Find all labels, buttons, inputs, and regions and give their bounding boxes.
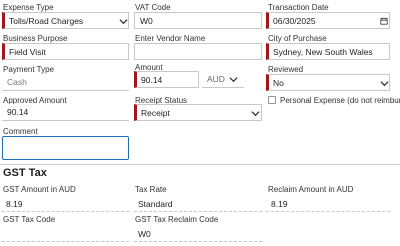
vat-code-value: W0: [140, 15, 153, 26]
chevron-down-icon: [119, 19, 128, 25]
business-purpose-label: Business Purpose: [3, 34, 68, 43]
calendar-icon[interactable]: [380, 17, 388, 25]
reclaim-amount-underline: [266, 211, 390, 212]
expense-type-label: Expense Type: [3, 3, 54, 12]
business-purpose-field[interactable]: Field Visit: [2, 43, 129, 60]
amount-value: 90.14: [141, 74, 163, 85]
receipt-status-value: Receipt: [141, 107, 170, 118]
business-purpose-value: Field Visit: [9, 46, 46, 57]
currency-select[interactable]: AUD: [202, 71, 244, 88]
vendor-name-label: Enter Vendor Name: [135, 34, 206, 43]
expense-type-value: Tolls/Road Charges: [9, 15, 84, 26]
gst-reclaim-code-label: GST Tax Reclaim Code: [135, 215, 219, 224]
city-of-purchase-label: City of Purchase: [268, 34, 327, 43]
reviewed-value: No: [273, 77, 284, 88]
chevron-down-icon: [229, 77, 238, 83]
chevron-down-icon: [380, 81, 389, 87]
transaction-date-field[interactable]: 06/30/2025: [266, 12, 390, 29]
payment-type-label: Payment Type: [3, 65, 54, 74]
transaction-date-label: Transaction Date: [268, 3, 329, 12]
approved-amount-input[interactable]: 90.14: [2, 104, 129, 121]
reviewed-select[interactable]: No: [266, 74, 390, 91]
reclaim-amount-value: 8.19: [271, 199, 288, 209]
city-of-purchase-value: Sydney, New South Wales: [273, 46, 373, 57]
city-of-purchase-field[interactable]: Sydney, New South Wales: [266, 43, 390, 60]
tax-rate-value: Standard: [138, 199, 173, 209]
reviewed-label: Reviewed: [268, 65, 304, 74]
receipt-status-select[interactable]: Receipt: [134, 104, 262, 121]
reclaim-amount-label: Reclaim Amount in AUD: [268, 185, 354, 194]
chevron-down-icon: [251, 111, 260, 117]
payment-type-field[interactable]: Cash: [2, 74, 129, 91]
amount-input[interactable]: 90.14: [134, 71, 199, 88]
gst-amount-underline: [2, 211, 129, 212]
payment-type-value: Cash: [7, 77, 27, 87]
personal-expense-checkbox[interactable]: [268, 96, 276, 104]
approved-amount-value: 90.14: [7, 107, 29, 117]
tax-rate-label: Tax Rate: [135, 185, 167, 194]
tax-rate-underline: [134, 211, 262, 212]
vendor-name-input[interactable]: [134, 43, 262, 60]
vat-code-label: VAT Code: [135, 3, 171, 12]
personal-expense-label: Personal Expense (do not reimburse): [280, 96, 400, 105]
section-divider: [0, 164, 400, 165]
expense-type-select[interactable]: Tolls/Road Charges: [2, 12, 129, 29]
gst-section-title: GST Tax: [3, 167, 47, 179]
currency-value: AUD: [207, 74, 225, 84]
gst-reclaim-code-value: W0: [138, 229, 151, 239]
comment-textarea[interactable]: [2, 136, 129, 160]
gst-amount-value: 8.19: [6, 199, 23, 209]
transaction-date-value: 06/30/2025: [273, 15, 316, 26]
gst-tax-code-underline: [2, 241, 129, 242]
gst-tax-code-label: GST Tax Code: [3, 215, 56, 224]
gst-amount-label: GST Amount in AUD: [3, 185, 76, 194]
comment-label: Comment: [3, 127, 38, 136]
vat-code-field[interactable]: W0: [134, 12, 262, 29]
gst-reclaim-code-underline: [134, 241, 262, 242]
